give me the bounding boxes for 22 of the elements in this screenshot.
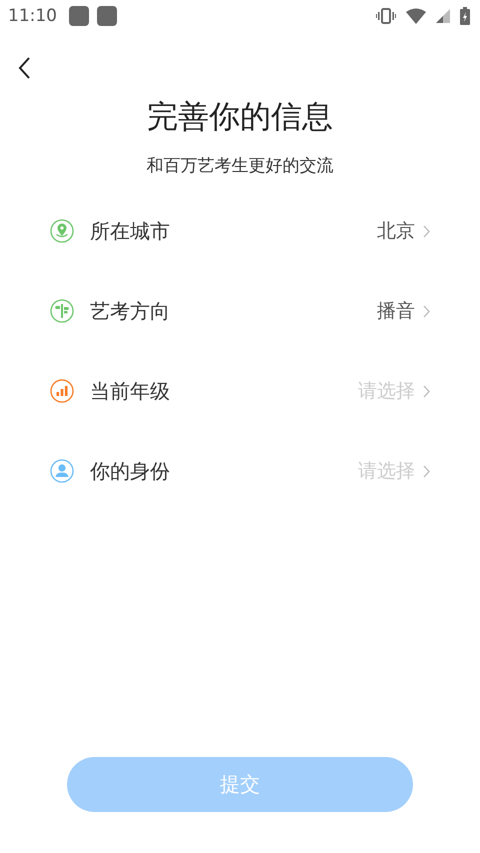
field-label: 你的身份 bbox=[90, 458, 170, 484]
status-time: 11:10 bbox=[8, 6, 57, 26]
form-row[interactable]: 艺考方向 播音 bbox=[50, 295, 430, 327]
vibrate-icon bbox=[376, 7, 396, 25]
field-value: 播音 bbox=[377, 299, 415, 324]
chevron-right-icon bbox=[423, 464, 430, 478]
back-icon bbox=[18, 56, 31, 80]
notification-icon bbox=[97, 6, 117, 26]
chevron-right-icon bbox=[423, 224, 430, 238]
field-label: 艺考方向 bbox=[90, 298, 170, 324]
field-label: 所在城市 bbox=[90, 218, 170, 244]
signal-icon bbox=[436, 9, 450, 23]
chevron-right-icon bbox=[423, 384, 430, 398]
wifi-icon bbox=[406, 8, 426, 24]
field-value: 北京 bbox=[377, 219, 415, 244]
notification-icon bbox=[69, 6, 89, 26]
form-row[interactable]: 所在城市 北京 bbox=[50, 215, 430, 247]
page-title: 完善你的信息 bbox=[146, 98, 334, 137]
chevron-right-icon bbox=[423, 304, 430, 318]
page-subtitle: 和百万艺考生更好的交流 bbox=[146, 155, 334, 177]
field-label: 当前年级 bbox=[90, 378, 170, 404]
battery-icon bbox=[460, 7, 470, 25]
